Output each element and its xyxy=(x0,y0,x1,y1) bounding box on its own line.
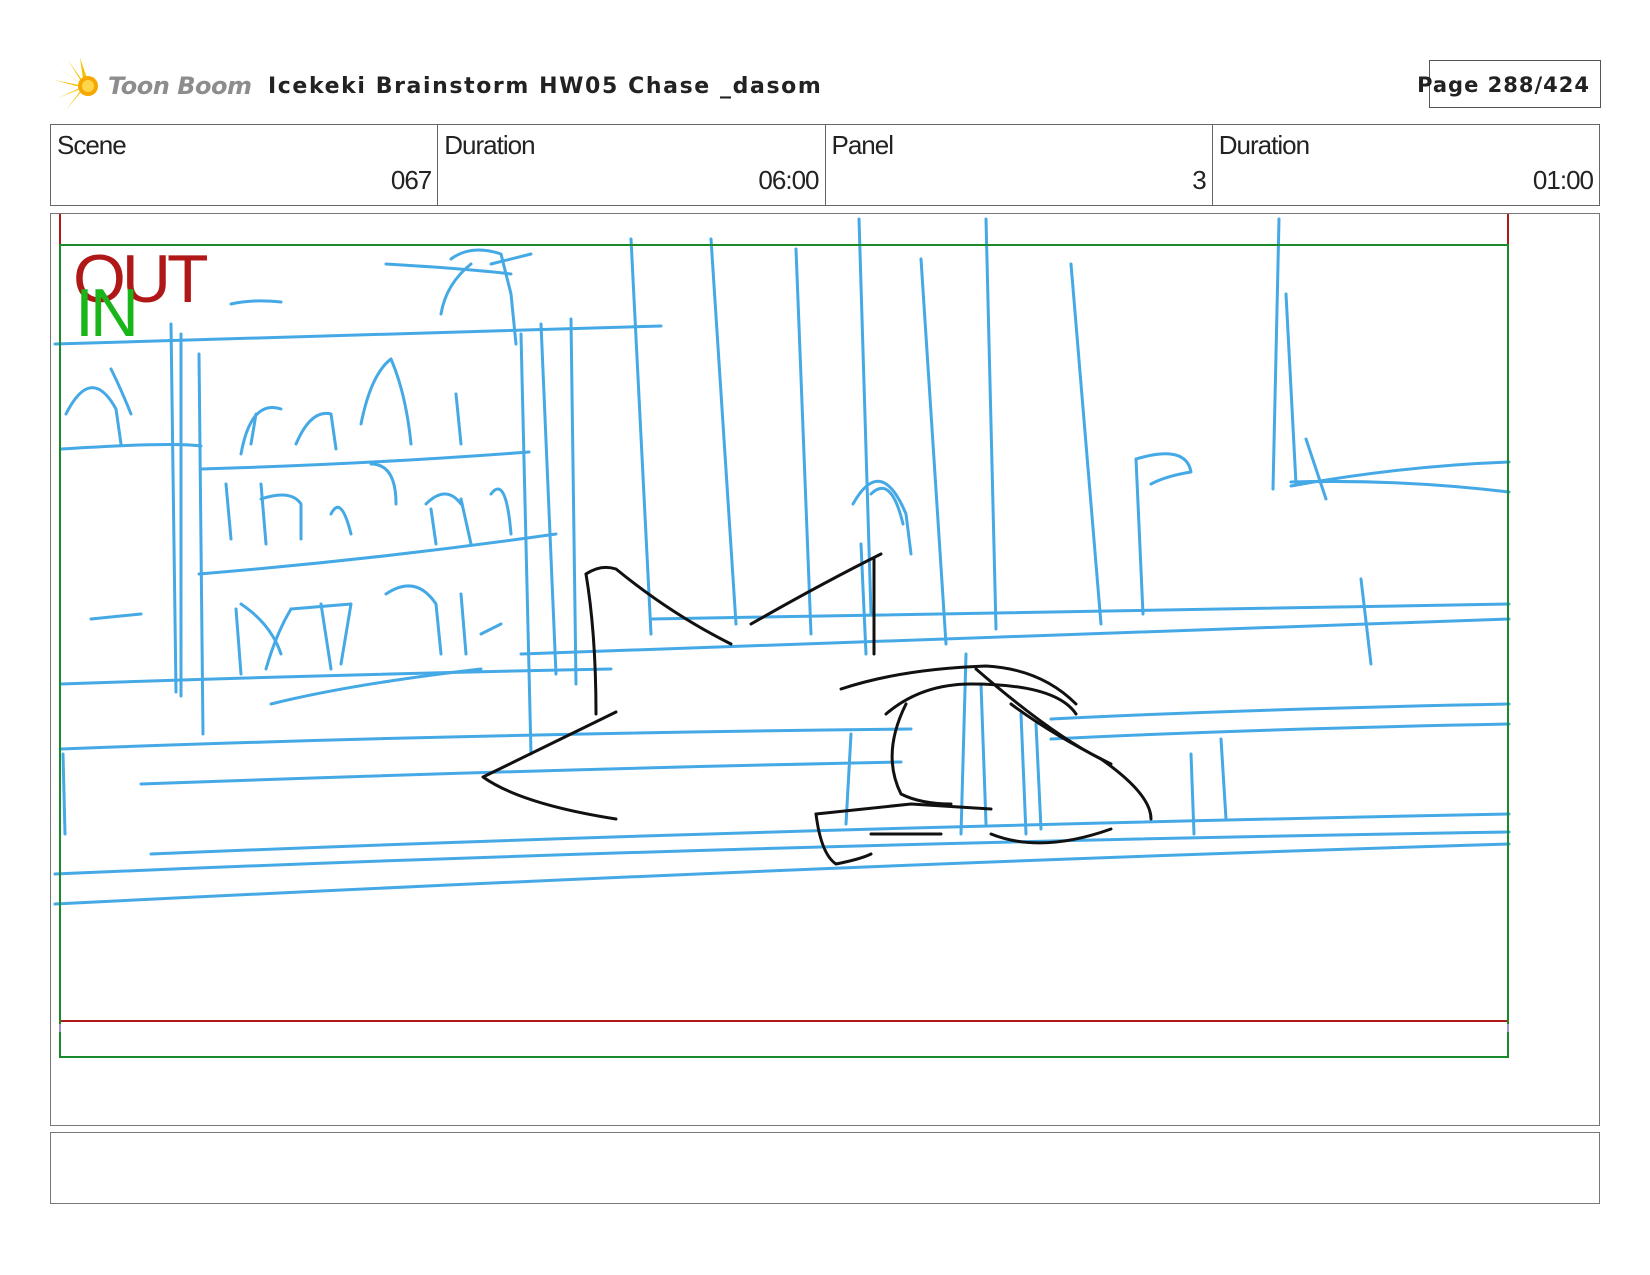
panel-duration-value: 01:00 xyxy=(1532,165,1594,195)
character-sketch xyxy=(481,552,1153,866)
storyboard-panel: OUT IN xyxy=(50,213,1600,1126)
scene-duration-cell: Duration 06:00 xyxy=(438,125,826,205)
document-title: Icekeki Brainstorm HW05 Chase _dasom xyxy=(268,74,823,99)
scene-duration-label: Duration xyxy=(444,130,535,160)
frame-corner-marker xyxy=(59,1024,1509,1032)
panel-duration-label: Duration xyxy=(1218,130,1310,160)
starburst-icon xyxy=(54,58,98,110)
logo-wordmark: Toon Boom xyxy=(108,72,252,100)
scene-duration-value: 06:00 xyxy=(758,165,819,195)
in-label: IN xyxy=(75,275,135,351)
panel-caption-box xyxy=(50,1132,1600,1204)
panel-drawing: OUT IN xyxy=(53,214,1511,1058)
scene-value: 067 xyxy=(390,165,432,195)
page-number: Page 288/424 xyxy=(1417,73,1590,97)
panel-cell: Panel 3 xyxy=(826,125,1213,205)
background-sketch xyxy=(53,217,1511,906)
panel-info-table: Scene 067 Duration 06:00 Panel 3 Duratio… xyxy=(50,124,1600,206)
scene-label: Scene xyxy=(57,130,127,160)
panel-value: 3 xyxy=(1192,165,1207,195)
panel-label: Panel xyxy=(831,130,894,160)
page-indicator: Page 288/424 xyxy=(1417,60,1601,108)
panel-duration-cell: Duration 01:00 xyxy=(1213,125,1599,205)
toon-boom-logo: Toon Boom xyxy=(54,58,254,114)
storyboard-header: Toon Boom Icekeki Brainstorm HW05 Chase … xyxy=(54,56,1602,116)
scene-cell: Scene 067 xyxy=(51,125,439,205)
